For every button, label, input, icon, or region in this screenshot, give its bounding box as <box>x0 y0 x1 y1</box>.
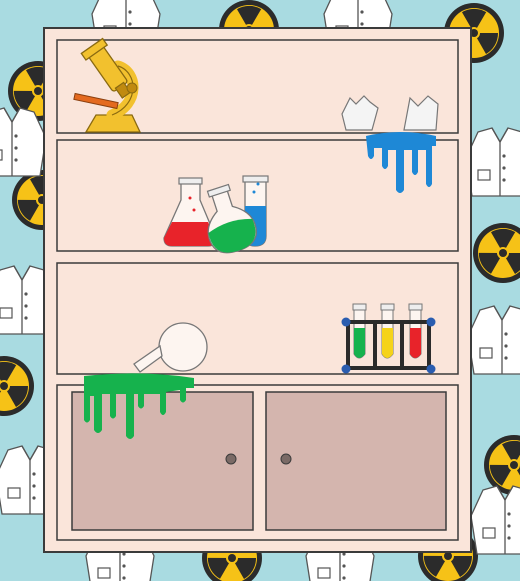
lab-room-scene <box>0 0 520 581</box>
green-test-tube[interactable] <box>352 303 367 359</box>
red-test-tube[interactable] <box>408 303 423 359</box>
third-shelf[interactable] <box>56 262 459 375</box>
yellow-test-tube[interactable] <box>380 303 395 359</box>
right-door-knob[interactable] <box>280 453 292 465</box>
left-door-knob[interactable] <box>225 453 237 465</box>
right-cabinet-door[interactable] <box>265 391 447 531</box>
scene-canvas <box>0 0 520 581</box>
